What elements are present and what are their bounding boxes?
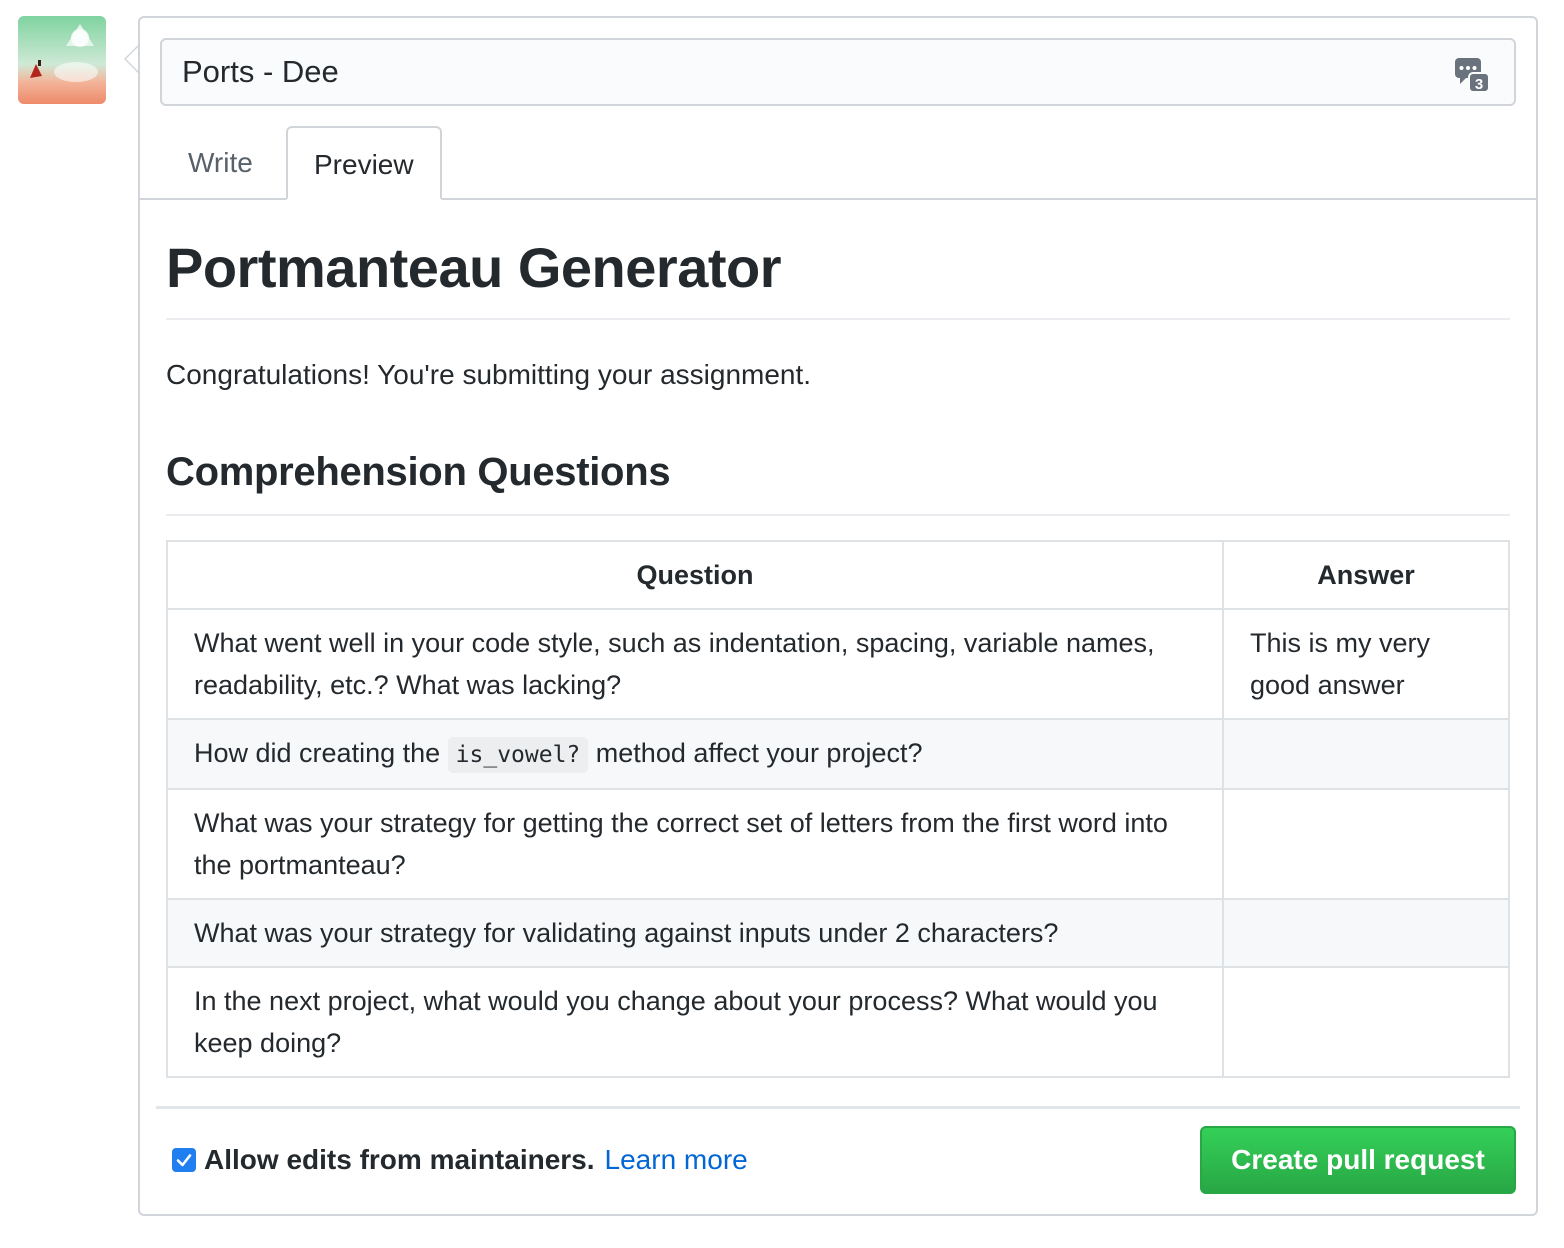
question-cell: What went well in your code style, such … [166, 608, 1224, 720]
checkmark-icon [176, 1154, 192, 1167]
preview-heading: Portmanteau Generator [166, 234, 1510, 320]
section-heading: Comprehension Questions [166, 446, 1510, 516]
question-cell: What was your strategy for validating ag… [166, 898, 1224, 968]
tab-write[interactable]: Write [162, 126, 279, 200]
table-row: What was your strategy for getting the c… [166, 788, 1510, 900]
question-cell: What was your strategy for getting the c… [166, 788, 1224, 900]
question-text-before: How did creating the [194, 738, 441, 768]
table-row: What was your strategy for validating ag… [166, 898, 1510, 968]
table-row: What went well in your code style, such … [166, 608, 1510, 720]
table-header-row: Question Answer [166, 540, 1510, 610]
learn-more-link[interactable]: Learn more [605, 1144, 748, 1176]
pr-title-value: Ports - Dee [182, 54, 339, 89]
create-pull-request-button[interactable]: Create pull request [1200, 1126, 1516, 1194]
table-row: In the next project, what would you chan… [166, 966, 1510, 1078]
allow-edits-label: Allow edits from maintainers. [204, 1144, 595, 1175]
allow-edits-option: Allow edits from maintainers. Learn more [172, 1144, 748, 1176]
question-text-after: method affect your project? [595, 738, 923, 768]
allow-edits-checkbox[interactable] [172, 1148, 196, 1172]
question-cell: In the next project, what would you chan… [166, 966, 1224, 1078]
questions-table: Question Answer What went well in your c… [166, 540, 1510, 1078]
pr-title-input[interactable]: Ports - Dee 3 [160, 38, 1516, 106]
answer-cell [1222, 788, 1510, 900]
tab-preview[interactable]: Preview [286, 126, 442, 200]
inline-code: is_vowel? [447, 737, 589, 773]
saved-replies-icon[interactable]: 3 [1454, 52, 1490, 93]
answer-cell [1222, 898, 1510, 968]
question-cell: How did creating the is_vowel? method af… [166, 718, 1224, 790]
footer-divider [156, 1106, 1520, 1109]
column-header-question: Question [166, 540, 1224, 610]
avatar[interactable] [18, 16, 106, 104]
table-row: How did creating the is_vowel? method af… [166, 718, 1510, 790]
answer-cell [1222, 718, 1510, 790]
answer-cell: This is my very good answer [1222, 608, 1510, 720]
preview-intro: Congratulations! You're submitting your … [166, 359, 812, 390]
saved-replies-count: 3 [1475, 76, 1483, 93]
pull-request-form: Ports - Dee 3 Write Preview Portmanteau … [138, 16, 1538, 1216]
answer-cell [1222, 966, 1510, 1078]
column-header-answer: Answer [1222, 540, 1510, 610]
